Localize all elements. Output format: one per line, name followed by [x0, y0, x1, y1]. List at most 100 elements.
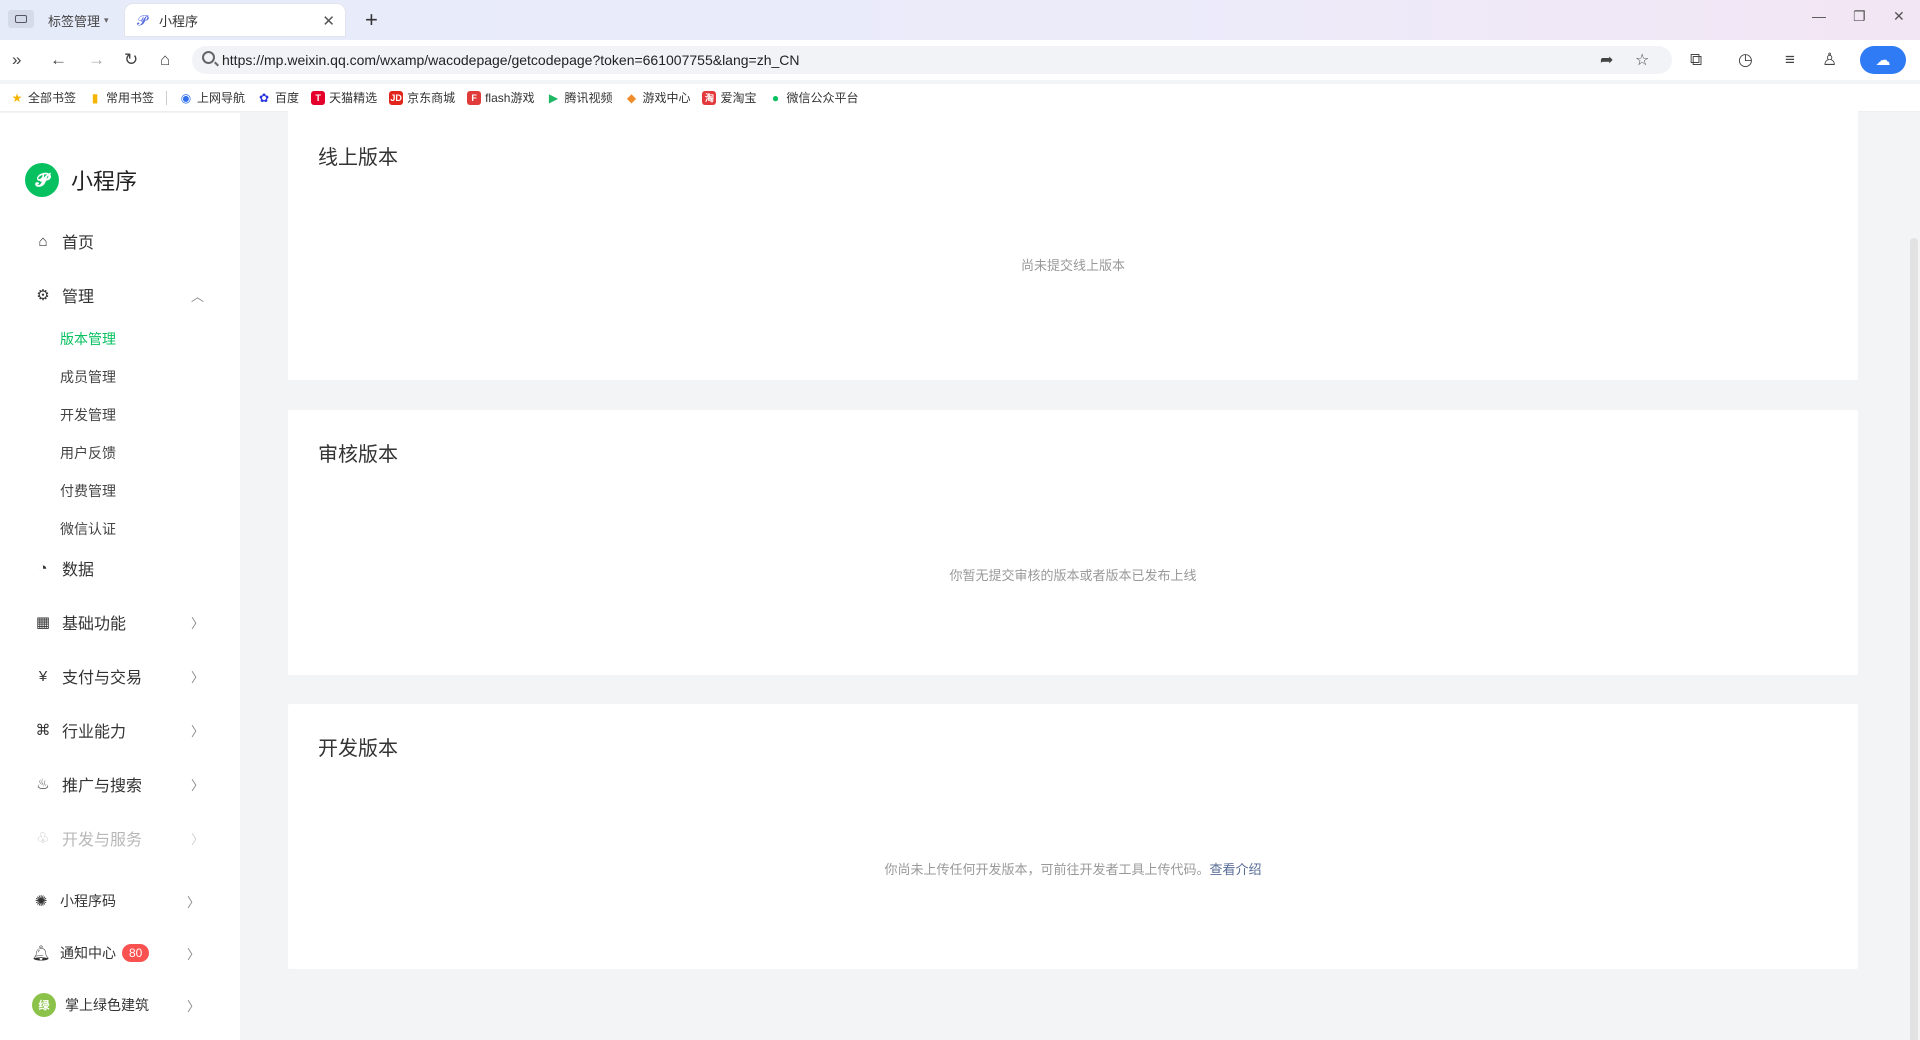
nav-icon: ◉: [180, 90, 192, 105]
bookmark-label: 全部书签: [28, 91, 77, 105]
nav-data[interactable]: ◔ 数据: [34, 556, 204, 580]
nav-label: 行业能力: [62, 724, 127, 741]
bookmark-item[interactable]: ◆ 游戏中心: [624, 89, 691, 106]
close-window-button[interactable]: ✕: [1893, 8, 1905, 25]
brand-title: 小程序: [71, 169, 138, 194]
flash-game-icon: F: [467, 90, 482, 105]
nav-label: 通知中心: [60, 945, 116, 961]
profile-icon[interactable]: ♙: [1822, 50, 1837, 70]
new-tab-button[interactable]: +: [365, 7, 378, 33]
nav-label: 基础功能: [62, 616, 127, 633]
nav-dev-service[interactable]: ♧ 开发与服务 〉: [34, 826, 204, 850]
card-title: 线上版本: [318, 147, 398, 169]
bookmark-label: 天猫精选: [329, 91, 378, 105]
share-icon[interactable]: ➦: [1600, 50, 1613, 70]
tab-miniprogram[interactable]: 𝓟 小程序 ✕: [125, 4, 345, 36]
tencent-video-icon: ▶: [548, 90, 559, 105]
back-icon[interactable]: ←: [50, 50, 67, 70]
chevron-right-icon: 〉: [190, 669, 204, 685]
sub-dev-manage[interactable]: 开发管理: [60, 405, 116, 425]
bookmark-label: flash游戏: [485, 91, 535, 105]
tab-title: 小程序: [159, 13, 199, 29]
bookmark-item[interactable]: 淘爱淘宝: [702, 89, 757, 106]
miniprogram-logo-icon: 𝓟: [25, 163, 59, 197]
tmall-icon: T: [311, 90, 326, 105]
page-scrollbar[interactable]: [1910, 238, 1918, 1040]
page: 𝓟 小程序 ⌂ 首页 ⚙ 管理 ︿ 版本管理 成员管理 开发管理 用户反馈 付费…: [0, 105, 1920, 1040]
pie-chart-icon: ◔: [38, 559, 48, 577]
sub-version-manage[interactable]: 版本管理: [60, 329, 116, 349]
bookmark-item[interactable]: Fflash游戏: [467, 89, 534, 106]
bookmark-label: 游戏中心: [642, 91, 691, 105]
sub-user-feedback[interactable]: 用户反馈: [60, 443, 116, 463]
baidu-paw-icon: ✿: [259, 90, 270, 105]
tab-groups-button[interactable]: [8, 10, 34, 28]
tab-manager[interactable]: 标签管理 ▾: [40, 4, 120, 36]
minimize-button[interactable]: —: [1812, 8, 1826, 24]
view-intro-link[interactable]: 查看介绍: [1210, 862, 1262, 877]
url-text[interactable]: https://mp.weixin.qq.com/wxamp/wacodepag…: [222, 52, 800, 68]
chevron-right-icon: 〉: [190, 615, 204, 631]
gamepad-icon: ◆: [626, 90, 637, 105]
wechat-icon: ●: [771, 90, 780, 105]
brand[interactable]: 𝓟 小程序: [25, 163, 137, 197]
nav-label: 推广与搜索: [62, 778, 143, 795]
bookmark-label: 上网导航: [197, 91, 246, 105]
bookmark-item[interactable]: T 天猫精选: [311, 89, 377, 106]
empty-text: 你尚未上传任何开发版本，可前往开发者工具上传代码。: [884, 862, 1210, 877]
nav-miniprogram-code[interactable]: ✺ 小程序码 〉: [32, 889, 200, 913]
bookmark-item[interactable]: ✿ 百度: [257, 89, 299, 106]
bookmark-item[interactable]: ▶ 腾讯视频: [546, 89, 613, 106]
address-bar[interactable]: https://mp.weixin.qq.com/wxamp/wacodepag…: [192, 46, 1672, 74]
nav-label: 小程序码: [60, 893, 116, 909]
industry-icon: ⌘: [35, 722, 51, 739]
sub-payment-manage[interactable]: 付费管理: [60, 481, 116, 501]
bookmark-item[interactable]: ● 微信公众平台: [769, 89, 859, 106]
card-title: 开发版本: [318, 738, 398, 760]
home-icon[interactable]: ⌂: [160, 50, 170, 70]
nav-industry[interactable]: ⌘ 行业能力 〉: [34, 718, 205, 742]
nav-promotion[interactable]: ♨ 推广与搜索 〉: [34, 772, 204, 796]
chevron-right-icon: 〉: [190, 831, 204, 847]
bookmark-label: 爱淘宝: [720, 91, 757, 105]
forward-icon[interactable]: →: [88, 50, 105, 70]
cloud-sync-button[interactable]: ☁: [1860, 46, 1906, 74]
nav-basic-functions[interactable]: ▦ 基础功能 〉: [34, 610, 204, 634]
nav-notification-center[interactable]: 🔔︎ 通知中心 80 〉: [31, 941, 200, 965]
bookmark-item[interactable]: ◉ 上网导航: [179, 89, 245, 106]
bookmark-label: 常用书签: [106, 91, 155, 105]
history-icon[interactable]: ◷: [1738, 50, 1753, 70]
card-title: 审核版本: [318, 444, 398, 466]
restore-button[interactable]: ❐: [1853, 8, 1866, 25]
nav-home[interactable]: ⌂ 首页: [34, 229, 204, 253]
sub-wechat-verify[interactable]: 微信认证: [60, 519, 116, 539]
notification-count-badge: 80: [122, 944, 150, 962]
miniprogram-favicon-icon: 𝓟: [137, 12, 148, 28]
menu-icon[interactable]: ≡: [1785, 50, 1795, 70]
bookmark-item[interactable]: JD 京东商城: [389, 89, 455, 106]
bookmark-star-icon[interactable]: ☆: [1635, 50, 1649, 70]
nav-label: 开发与服务: [62, 832, 143, 849]
nav-label: 数据: [62, 562, 95, 579]
nav-payment[interactable]: ¥ 支付与交易 〉: [34, 664, 204, 688]
extensions-icon[interactable]: ⧉: [1690, 50, 1702, 70]
sidebar: 𝓟 小程序 ⌂ 首页 ⚙ 管理 ︿ 版本管理 成员管理 开发管理 用户反馈 付费…: [0, 113, 240, 1040]
cloud-icon: ☁: [1875, 52, 1891, 69]
bookmark-item[interactable]: ▮ 常用书签: [88, 89, 154, 106]
sidebar-toggle-icon[interactable]: »: [12, 50, 21, 70]
chevron-right-icon: 〉: [186, 946, 200, 962]
nav-label: 首页: [62, 235, 95, 252]
empty-text-row: 你尚未上传任何开发版本，可前往开发者工具上传代码。查看介绍: [288, 859, 1858, 878]
browser-titlebar: 标签管理 ▾ 𝓟 小程序 ✕ + — ❐ ✕: [0, 0, 1920, 40]
dev-version-card: 开发版本 你尚未上传任何开发版本，可前往开发者工具上传代码。查看介绍: [288, 704, 1858, 969]
bookmark-label: 百度: [275, 91, 300, 105]
bookmark-item[interactable]: ★ 全部书签: [10, 89, 76, 106]
nav-label: 管理: [62, 289, 95, 306]
sub-member-manage[interactable]: 成员管理: [60, 367, 116, 387]
nav-manage[interactable]: ⚙ 管理 ︿: [34, 283, 204, 307]
close-tab-icon[interactable]: ✕: [322, 12, 335, 30]
reload-icon[interactable]: ↻: [124, 50, 138, 70]
nav-account[interactable]: 绿 掌上绿色建筑 〉: [32, 993, 200, 1017]
tab-manager-label: 标签管理: [48, 13, 101, 29]
review-version-card: 审核版本 你暂无提交审核的版本或者版本已发布上线: [288, 410, 1858, 675]
